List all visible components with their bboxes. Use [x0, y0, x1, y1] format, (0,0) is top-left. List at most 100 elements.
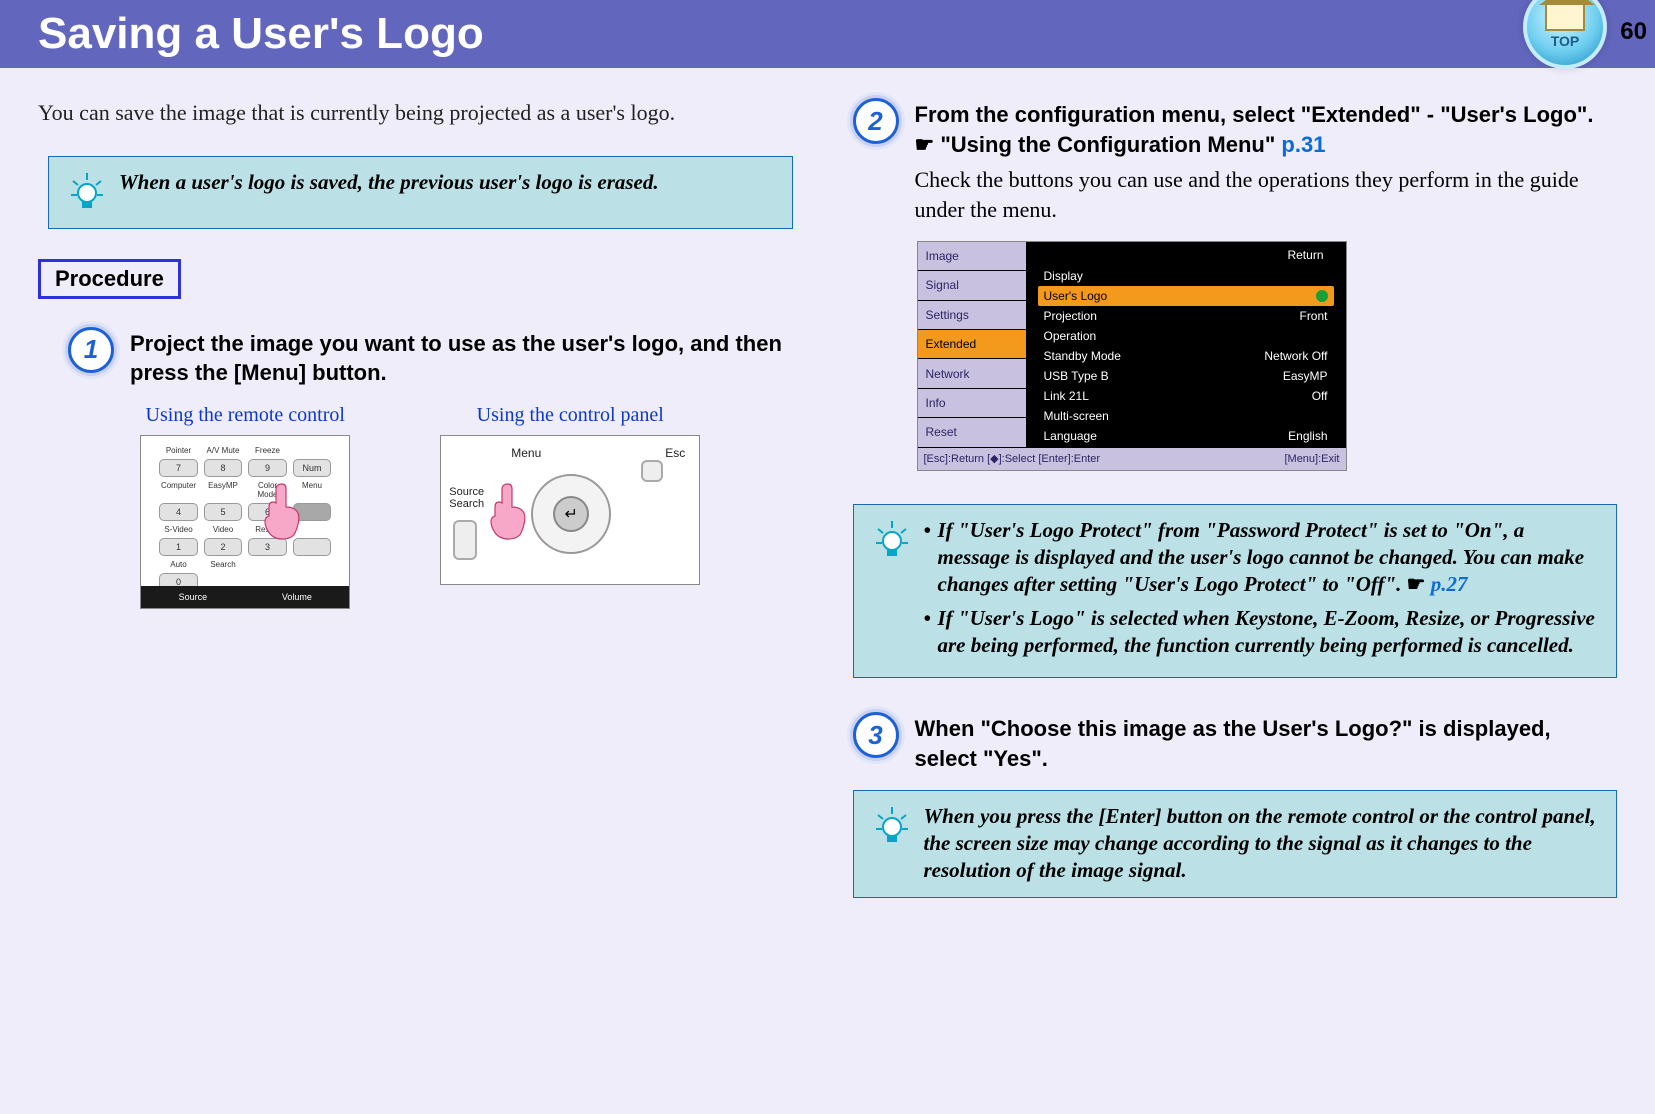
menu-guide-left: [Esc]:Return [◆]:Select [Enter]:Enter	[924, 452, 1101, 465]
menu-tab: Signal	[918, 271, 1026, 300]
remote-volume-label: Volume	[282, 592, 312, 602]
link-p27[interactable]: p.27	[1431, 572, 1468, 596]
pointer-icon: ☛	[915, 132, 935, 157]
remote-button: 9	[248, 459, 287, 477]
step-2-text-b: "Using the Configuration Menu"	[934, 132, 1281, 157]
left-column: You can save the image that is currently…	[38, 98, 803, 928]
pointing-hand-icon	[261, 480, 303, 540]
panel-esc-button	[641, 460, 663, 482]
remote-button: 4	[159, 503, 198, 521]
remote-fn-label: EasyMP	[204, 481, 243, 499]
menu-guide-bar: [Esc]:Return [◆]:Select [Enter]:Enter [M…	[918, 448, 1346, 470]
intro-text: You can save the image that is currently…	[38, 98, 803, 128]
tip2-bullet-2: • If "User's Logo" is selected when Keys…	[924, 605, 1599, 660]
tip2-text: • If "User's Logo Protect" from "Passwor…	[924, 517, 1599, 665]
tip-box-2: • If "User's Logo Protect" from "Passwor…	[853, 504, 1618, 678]
remote-button: 2	[204, 538, 243, 556]
step-badge-3: 3	[853, 712, 899, 758]
remote-fn-label: Freeze	[248, 446, 287, 455]
menu-tab: Network	[918, 359, 1026, 388]
lightbulb-icon	[872, 519, 912, 564]
menu-main-panel: Return Display User's Logo ProjectionFro…	[1026, 242, 1346, 448]
menu-row: Standby ModeNetwork Off	[1038, 346, 1334, 366]
menu-row: Multi-screen	[1038, 406, 1334, 426]
tip-box-1: When a user's logo is saved, the previou…	[48, 156, 793, 229]
remote-fn-label: Computer	[159, 481, 198, 499]
enter-indicator-icon	[1316, 290, 1328, 302]
panel-column: Using the control panel Menu Esc Source …	[440, 404, 700, 614]
pointer-icon: ☛	[1407, 572, 1426, 596]
step-3-text: When "Choose this image as the User's Lo…	[915, 712, 1618, 773]
control-illustration-row: Using the remote control Pointer A/V Mut…	[38, 404, 803, 614]
bullet-icon: •	[924, 605, 938, 660]
remote-fn-label: Auto	[159, 560, 198, 569]
remote-button: 7	[159, 459, 198, 477]
right-column: 2 From the configuration menu, select "E…	[853, 98, 1618, 928]
step-badge-1: 1	[68, 327, 114, 373]
remote-control-image: Pointer A/V Mute Freeze 7 8 9 Num Comput…	[140, 435, 350, 609]
panel-menu-label: Menu	[511, 446, 541, 460]
tip-box-3: When you press the [Enter] button on the…	[853, 790, 1618, 898]
remote-fn-label: Search	[204, 560, 243, 569]
menu-guide-right: [Menu]:Exit	[1284, 453, 1339, 465]
remote-fn-label: A/V Mute	[204, 446, 243, 455]
bullet-icon: •	[924, 517, 938, 599]
remote-source-label: Source	[179, 592, 208, 602]
home-icon	[1545, 5, 1585, 31]
tip2-b2-text: If "User's Logo" is selected when Keysto…	[938, 605, 1599, 660]
procedure-heading: Procedure	[38, 259, 181, 299]
remote-fn-label: Video	[204, 525, 243, 534]
remote-button: Num	[293, 459, 332, 477]
tip2-b1-text: If "User's Logo Protect" from "Password …	[938, 518, 1585, 597]
remote-button: 1	[159, 538, 198, 556]
top-label: TOP	[1551, 33, 1580, 49]
menu-sidebar: Image Signal Settings Extended Network I…	[918, 242, 1026, 448]
step-3: 3 When "Choose this image as the User's …	[853, 712, 1618, 773]
menu-tab: Settings	[918, 301, 1026, 330]
lightbulb-icon	[872, 805, 912, 850]
step-2-text-a: From the configuration menu, select "Ext…	[915, 102, 1594, 127]
menu-return-label: Return	[1038, 248, 1334, 266]
panel-side-button	[453, 520, 477, 560]
remote-fn-label: Pointer	[159, 446, 198, 455]
panel-source-label: Source Search	[449, 486, 484, 510]
menu-row-highlighted: User's Logo	[1038, 286, 1334, 306]
menu-row: Link 21LOff	[1038, 386, 1334, 406]
remote-button: 5	[204, 503, 243, 521]
control-panel-image: Menu Esc Source Search ↵	[440, 435, 700, 585]
menu-row: USB Type BEasyMP	[1038, 366, 1334, 386]
panel-label: Using the control panel	[440, 404, 700, 427]
step-1: 1 Project the image you want to use as t…	[38, 327, 803, 388]
menu-tab-active: Extended	[918, 330, 1026, 359]
lightbulb-icon	[67, 171, 107, 216]
remote-button: 8	[204, 459, 243, 477]
remote-fn-label: S-Video	[159, 525, 198, 534]
page-number: 60	[1620, 18, 1647, 46]
menu-tab: Image	[918, 242, 1026, 271]
remote-button	[293, 538, 332, 556]
panel-esc-label: Esc	[665, 446, 685, 460]
link-p31[interactable]: p.31	[1281, 132, 1325, 157]
page-title: Saving a User's Logo	[38, 9, 484, 59]
menu-row: LanguageEnglish	[1038, 426, 1334, 446]
tip2-bullet-1: • If "User's Logo Protect" from "Passwor…	[924, 517, 1599, 599]
remote-fn-label	[293, 446, 332, 455]
step-2-text: From the configuration menu, select "Ext…	[915, 98, 1618, 225]
menu-row: Display	[1038, 266, 1334, 286]
tip3-text: When you press the [Enter] button on the…	[924, 803, 1599, 885]
menu-tab: Info	[918, 389, 1026, 418]
pointing-hand-icon	[487, 480, 529, 540]
remote-column: Using the remote control Pointer A/V Mut…	[140, 404, 350, 614]
step-2: 2 From the configuration menu, select "E…	[853, 98, 1618, 225]
top-button[interactable]: TOP	[1523, 0, 1607, 69]
menu-row: Operation	[1038, 326, 1334, 346]
menu-tab: Reset	[918, 418, 1026, 447]
menu-screenshot: Image Signal Settings Extended Network I…	[917, 241, 1347, 471]
step-1-text: Project the image you want to use as the…	[130, 327, 803, 388]
tip1-text: When a user's logo is saved, the previou…	[119, 169, 659, 196]
step-badge-2: 2	[853, 98, 899, 144]
page-header: Saving a User's Logo TOP 60	[0, 0, 1655, 68]
remote-label: Using the remote control	[140, 404, 350, 427]
step-2-subtext: Check the buttons you can use and the op…	[915, 165, 1618, 224]
remote-button: 3	[248, 538, 287, 556]
